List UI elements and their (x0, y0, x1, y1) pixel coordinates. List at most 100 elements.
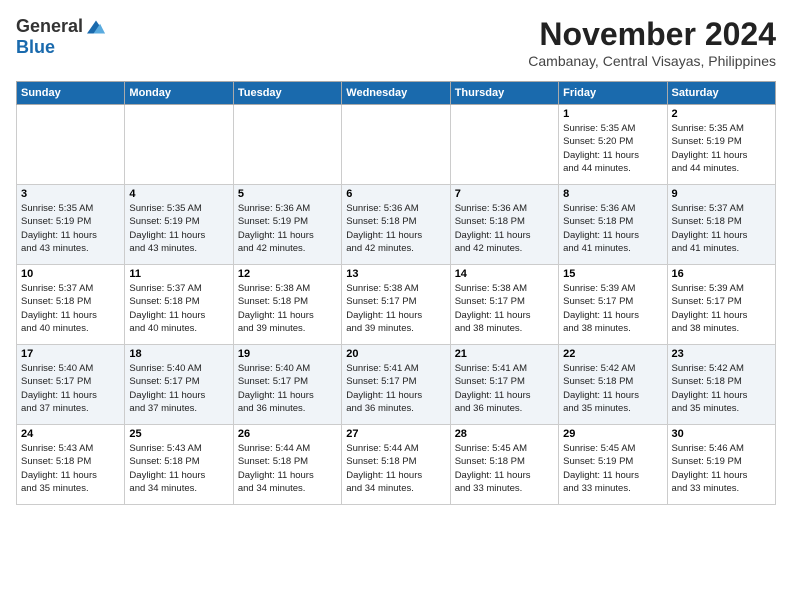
calendar-week-row: 3 Sunrise: 5:35 AM Sunset: 5:19 PM Daylig… (17, 185, 776, 265)
day-number: 4 (129, 188, 228, 200)
day-number: 21 (455, 348, 554, 360)
logo-icon (87, 20, 105, 34)
day-number: 22 (563, 348, 662, 360)
day-number: 30 (672, 428, 771, 440)
day-number: 12 (238, 268, 337, 280)
calendar-cell: 17 Sunrise: 5:40 AM Sunset: 5:17 PM Dayli… (17, 345, 125, 425)
day-number: 6 (346, 188, 445, 200)
calendar-cell: 7 Sunrise: 5:36 AM Sunset: 5:18 PM Daylig… (450, 185, 558, 265)
day-info: Sunrise: 5:35 AM Sunset: 5:19 PM Dayligh… (672, 122, 771, 175)
calendar-cell: 10 Sunrise: 5:37 AM Sunset: 5:18 PM Dayli… (17, 265, 125, 345)
calendar-cell: 8 Sunrise: 5:36 AM Sunset: 5:18 PM Daylig… (559, 185, 667, 265)
day-info: Sunrise: 5:35 AM Sunset: 5:19 PM Dayligh… (129, 202, 228, 255)
day-info: Sunrise: 5:36 AM Sunset: 5:18 PM Dayligh… (455, 202, 554, 255)
calendar-cell: 25Sunrise: 5:43 AM Sunset: 5:18 PM Dayli… (125, 425, 233, 505)
day-info: Sunrise: 5:36 AM Sunset: 5:19 PM Dayligh… (238, 202, 337, 255)
weekday-header: Thursday (450, 82, 558, 105)
calendar-cell (125, 105, 233, 185)
day-number: 11 (129, 268, 228, 280)
day-number: 8 (563, 188, 662, 200)
day-number: 15 (563, 268, 662, 280)
day-info: Sunrise: 5:44 AM Sunset: 5:18 PM Dayligh… (238, 442, 337, 495)
day-info: Sunrise: 5:36 AM Sunset: 5:18 PM Dayligh… (563, 202, 662, 255)
day-info: Sunrise: 5:40 AM Sunset: 5:17 PM Dayligh… (129, 362, 228, 415)
calendar-week-row: 1Sunrise: 5:35 AM Sunset: 5:20 PM Daylig… (17, 105, 776, 185)
calendar-cell: 12 Sunrise: 5:38 AM Sunset: 5:18 PM Dayli… (233, 265, 341, 345)
logo-blue-text: Blue (16, 37, 55, 57)
day-number: 17 (21, 348, 120, 360)
calendar-cell: 23 Sunrise: 5:42 AM Sunset: 5:18 PM Dayli… (667, 345, 775, 425)
calendar-cell: 30 Sunrise: 5:46 AM Sunset: 5:19 PM Dayli… (667, 425, 775, 505)
day-info: Sunrise: 5:39 AM Sunset: 5:17 PM Dayligh… (563, 282, 662, 335)
logo-general-text: General (16, 16, 83, 37)
calendar-cell: 19Sunrise: 5:40 AM Sunset: 5:17 PM Dayli… (233, 345, 341, 425)
calendar-cell: 6 Sunrise: 5:36 AM Sunset: 5:18 PM Daylig… (342, 185, 450, 265)
day-info: Sunrise: 5:41 AM Sunset: 5:17 PM Dayligh… (346, 362, 445, 415)
day-number: 27 (346, 428, 445, 440)
location-title: Cambanay, Central Visayas, Philippines (528, 53, 776, 69)
weekday-header: Sunday (17, 82, 125, 105)
day-info: Sunrise: 5:39 AM Sunset: 5:17 PM Dayligh… (672, 282, 771, 335)
day-number: 18 (129, 348, 228, 360)
day-info: Sunrise: 5:42 AM Sunset: 5:18 PM Dayligh… (672, 362, 771, 415)
day-info: Sunrise: 5:40 AM Sunset: 5:17 PM Dayligh… (21, 362, 120, 415)
day-info: Sunrise: 5:37 AM Sunset: 5:18 PM Dayligh… (672, 202, 771, 255)
day-number: 25 (129, 428, 228, 440)
month-title: November 2024 (528, 16, 776, 53)
calendar-cell: 20 Sunrise: 5:41 AM Sunset: 5:17 PM Dayli… (342, 345, 450, 425)
calendar-cell: 3 Sunrise: 5:35 AM Sunset: 5:19 PM Daylig… (17, 185, 125, 265)
day-info: Sunrise: 5:35 AM Sunset: 5:19 PM Dayligh… (21, 202, 120, 255)
day-info: Sunrise: 5:46 AM Sunset: 5:19 PM Dayligh… (672, 442, 771, 495)
day-number: 20 (346, 348, 445, 360)
day-number: 14 (455, 268, 554, 280)
day-number: 2 (672, 108, 771, 120)
day-info: Sunrise: 5:35 AM Sunset: 5:20 PM Dayligh… (563, 122, 662, 175)
calendar-cell: 27 Sunrise: 5:44 AM Sunset: 5:18 PM Dayli… (342, 425, 450, 505)
calendar-cell: 24Sunrise: 5:43 AM Sunset: 5:18 PM Dayli… (17, 425, 125, 505)
day-info: Sunrise: 5:43 AM Sunset: 5:18 PM Dayligh… (21, 442, 120, 495)
day-number: 10 (21, 268, 120, 280)
calendar-week-row: 10 Sunrise: 5:37 AM Sunset: 5:18 PM Dayli… (17, 265, 776, 345)
day-info: Sunrise: 5:44 AM Sunset: 5:18 PM Dayligh… (346, 442, 445, 495)
day-info: Sunrise: 5:42 AM Sunset: 5:18 PM Dayligh… (563, 362, 662, 415)
day-number: 9 (672, 188, 771, 200)
day-number: 26 (238, 428, 337, 440)
day-number: 16 (672, 268, 771, 280)
calendar-cell: 22 Sunrise: 5:42 AM Sunset: 5:18 PM Dayli… (559, 345, 667, 425)
calendar-cell: 29Sunrise: 5:45 AM Sunset: 5:19 PM Dayli… (559, 425, 667, 505)
calendar-cell: 16 Sunrise: 5:39 AM Sunset: 5:17 PM Dayli… (667, 265, 775, 345)
logo: General Blue (16, 16, 105, 58)
day-number: 5 (238, 188, 337, 200)
calendar-cell: 14Sunrise: 5:38 AM Sunset: 5:17 PM Dayli… (450, 265, 558, 345)
calendar-cell: 4 Sunrise: 5:35 AM Sunset: 5:19 PM Daylig… (125, 185, 233, 265)
day-info: Sunrise: 5:41 AM Sunset: 5:17 PM Dayligh… (455, 362, 554, 415)
day-number: 29 (563, 428, 662, 440)
title-area: November 2024 Cambanay, Central Visayas,… (528, 16, 776, 69)
day-info: Sunrise: 5:37 AM Sunset: 5:18 PM Dayligh… (21, 282, 120, 335)
page-header: General Blue November 2024 Cambanay, Cen… (16, 16, 776, 69)
day-info: Sunrise: 5:37 AM Sunset: 5:18 PM Dayligh… (129, 282, 228, 335)
calendar-week-row: 24Sunrise: 5:43 AM Sunset: 5:18 PM Dayli… (17, 425, 776, 505)
weekday-header: Tuesday (233, 82, 341, 105)
calendar-cell: 1Sunrise: 5:35 AM Sunset: 5:20 PM Daylig… (559, 105, 667, 185)
calendar-cell: 26 Sunrise: 5:44 AM Sunset: 5:18 PM Dayli… (233, 425, 341, 505)
day-info: Sunrise: 5:36 AM Sunset: 5:18 PM Dayligh… (346, 202, 445, 255)
day-number: 7 (455, 188, 554, 200)
calendar-cell: 21 Sunrise: 5:41 AM Sunset: 5:17 PM Dayli… (450, 345, 558, 425)
day-number: 23 (672, 348, 771, 360)
weekday-header: Wednesday (342, 82, 450, 105)
weekday-header: Monday (125, 82, 233, 105)
calendar-cell: 5 Sunrise: 5:36 AM Sunset: 5:19 PM Daylig… (233, 185, 341, 265)
calendar-cell: 18 Sunrise: 5:40 AM Sunset: 5:17 PM Dayli… (125, 345, 233, 425)
calendar-cell: 2 Sunrise: 5:35 AM Sunset: 5:19 PM Daylig… (667, 105, 775, 185)
day-info: Sunrise: 5:38 AM Sunset: 5:18 PM Dayligh… (238, 282, 337, 335)
day-info: Sunrise: 5:38 AM Sunset: 5:17 PM Dayligh… (346, 282, 445, 335)
calendar-cell: 11 Sunrise: 5:37 AM Sunset: 5:18 PM Dayli… (125, 265, 233, 345)
day-number: 28 (455, 428, 554, 440)
day-number: 3 (21, 188, 120, 200)
calendar-cell: 13Sunrise: 5:38 AM Sunset: 5:17 PM Dayli… (342, 265, 450, 345)
calendar-week-row: 17 Sunrise: 5:40 AM Sunset: 5:17 PM Dayli… (17, 345, 776, 425)
day-number: 19 (238, 348, 337, 360)
calendar-cell: 9 Sunrise: 5:37 AM Sunset: 5:18 PM Daylig… (667, 185, 775, 265)
weekday-header: Saturday (667, 82, 775, 105)
